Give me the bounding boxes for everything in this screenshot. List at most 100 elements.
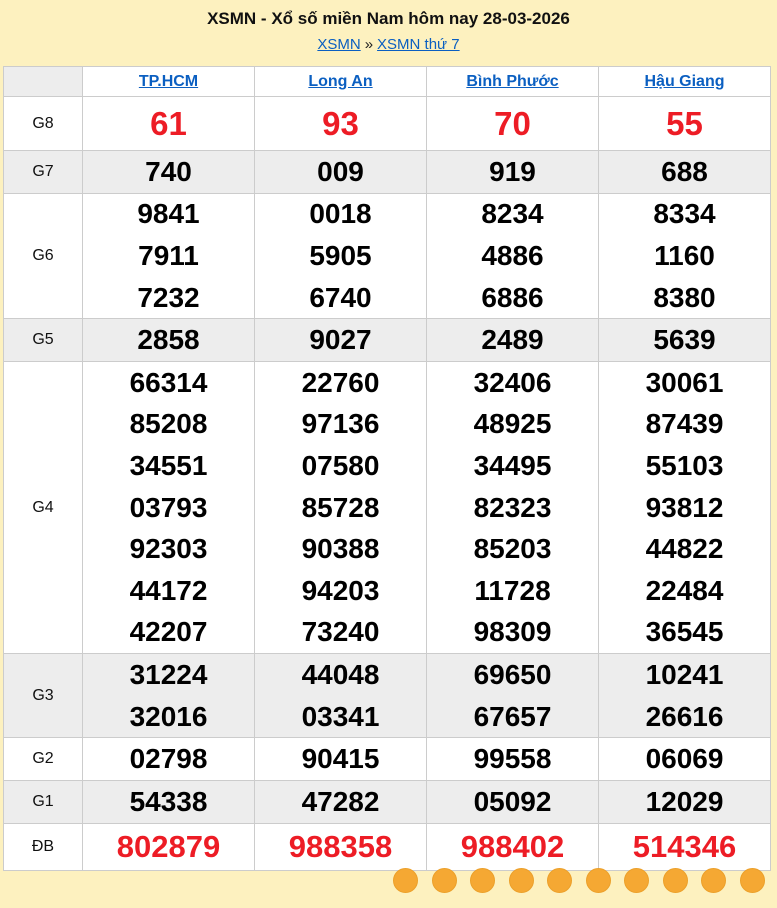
result-number: 7911 <box>83 235 254 277</box>
table-row: G331224320164404803341696506765710241266… <box>4 654 771 738</box>
result-number: 1160 <box>599 235 770 277</box>
result-number: 8380 <box>599 277 770 319</box>
result-number: 11728 <box>427 570 598 612</box>
result-cell: 6965067657 <box>427 654 599 738</box>
result-number: 8334 <box>599 194 770 236</box>
result-number: 85728 <box>255 487 426 529</box>
result-cell: 54338 <box>83 780 255 823</box>
result-number: 87439 <box>599 404 770 446</box>
result-cell: 919 <box>427 151 599 194</box>
result-cell: 93 <box>255 97 427 151</box>
result-number: 99558 <box>427 738 598 780</box>
result-number: 31224 <box>83 654 254 696</box>
result-number: 54338 <box>83 781 254 823</box>
result-number: 0018 <box>255 194 426 236</box>
result-number: 93 <box>255 97 426 150</box>
table-row: ĐB802879988358988402514346 <box>4 823 771 870</box>
result-number: 988358 <box>255 824 426 870</box>
table-row: G861937055 <box>4 97 771 151</box>
result-cell: 5639 <box>599 319 771 362</box>
result-cell: 05092 <box>427 780 599 823</box>
column-header-tphcm: TP.HCM <box>83 67 255 97</box>
lotto-ball-icon <box>547 868 572 893</box>
prize-label: G6 <box>4 193 83 319</box>
result-number: 32406 <box>427 362 598 404</box>
breadcrumb-link-xsmn-thu7[interactable]: XSMN thứ 7 <box>377 36 460 53</box>
result-cell: 30061874395510393812448222248436545 <box>599 361 771 653</box>
result-number: 55103 <box>599 445 770 487</box>
result-number: 36545 <box>599 612 770 654</box>
result-number: 97136 <box>255 404 426 446</box>
result-number: 2489 <box>427 319 598 361</box>
province-link-haugiang[interactable]: Hậu Giang <box>644 73 724 90</box>
result-number: 514346 <box>599 824 770 870</box>
column-header-longan: Long An <box>255 67 427 97</box>
result-number: 44822 <box>599 528 770 570</box>
breadcrumb: XSMN »XSMN thứ 7 <box>0 36 777 53</box>
lotto-ball-icon <box>663 868 688 893</box>
result-number: 22760 <box>255 362 426 404</box>
prize-label: G7 <box>4 151 83 194</box>
table-row: G52858902724895639 <box>4 319 771 362</box>
prize-label: G4 <box>4 361 83 653</box>
result-number: 5639 <box>599 319 770 361</box>
result-number: 12029 <box>599 781 770 823</box>
result-cell: 009 <box>255 151 427 194</box>
breadcrumb-separator: » <box>365 36 373 53</box>
province-link-binhphuoc[interactable]: Bình Phước <box>466 73 558 90</box>
result-number: 47282 <box>255 781 426 823</box>
corner-cell <box>4 67 83 97</box>
lotto-ball-icon <box>624 868 649 893</box>
page-header: XSMN - Xổ số miền Nam hôm nay 28-03-2026… <box>0 0 777 53</box>
province-link-longan[interactable]: Long An <box>308 73 372 90</box>
result-number: 48925 <box>427 404 598 446</box>
result-cell: 9027 <box>255 319 427 362</box>
lotto-ball-icon <box>432 868 457 893</box>
result-number: 688 <box>599 151 770 193</box>
result-cell: 988402 <box>427 823 599 870</box>
table-row: G202798904159955806069 <box>4 738 771 781</box>
result-cell: 984179117232 <box>83 193 255 319</box>
table-row: G466314852083455103793923034417242207227… <box>4 361 771 653</box>
result-number: 34551 <box>83 445 254 487</box>
prize-label: G3 <box>4 654 83 738</box>
result-cell: 55 <box>599 97 771 151</box>
breadcrumb-link-xsmn[interactable]: XSMN <box>317 36 360 53</box>
result-number: 82323 <box>427 487 598 529</box>
result-number: 69650 <box>427 654 598 696</box>
result-number: 6740 <box>255 277 426 319</box>
result-number: 05092 <box>427 781 598 823</box>
lotto-ball-icon <box>701 868 726 893</box>
result-number: 32016 <box>83 696 254 738</box>
table-header-row: TP.HCM Long An Bình Phước Hậu Giang <box>4 67 771 97</box>
lotto-ball-icon <box>470 868 495 893</box>
result-cell: 90415 <box>255 738 427 781</box>
lotto-ball-icon <box>509 868 534 893</box>
result-number: 34495 <box>427 445 598 487</box>
result-number: 740 <box>83 151 254 193</box>
result-number: 02798 <box>83 738 254 780</box>
result-number: 26616 <box>599 696 770 738</box>
result-number: 44172 <box>83 570 254 612</box>
result-cell: 99558 <box>427 738 599 781</box>
result-number: 7232 <box>83 277 254 319</box>
result-number: 73240 <box>255 612 426 654</box>
province-link-tphcm[interactable]: TP.HCM <box>139 73 198 90</box>
result-cell: 001859056740 <box>255 193 427 319</box>
column-header-binhphuoc: Bình Phước <box>427 67 599 97</box>
result-number: 5905 <box>255 235 426 277</box>
result-number: 66314 <box>83 362 254 404</box>
result-number: 67657 <box>427 696 598 738</box>
table-row: G698417911723200185905674082344886688683… <box>4 193 771 319</box>
result-cell: 688 <box>599 151 771 194</box>
result-number: 22484 <box>599 570 770 612</box>
result-number: 90415 <box>255 738 426 780</box>
result-cell: 66314852083455103793923034417242207 <box>83 361 255 653</box>
result-number: 61 <box>83 97 254 150</box>
result-cell: 47282 <box>255 780 427 823</box>
result-number: 919 <box>427 151 598 193</box>
table-row: G154338472820509212029 <box>4 780 771 823</box>
result-cell: 70 <box>427 97 599 151</box>
result-number: 30061 <box>599 362 770 404</box>
result-number: 2858 <box>83 319 254 361</box>
